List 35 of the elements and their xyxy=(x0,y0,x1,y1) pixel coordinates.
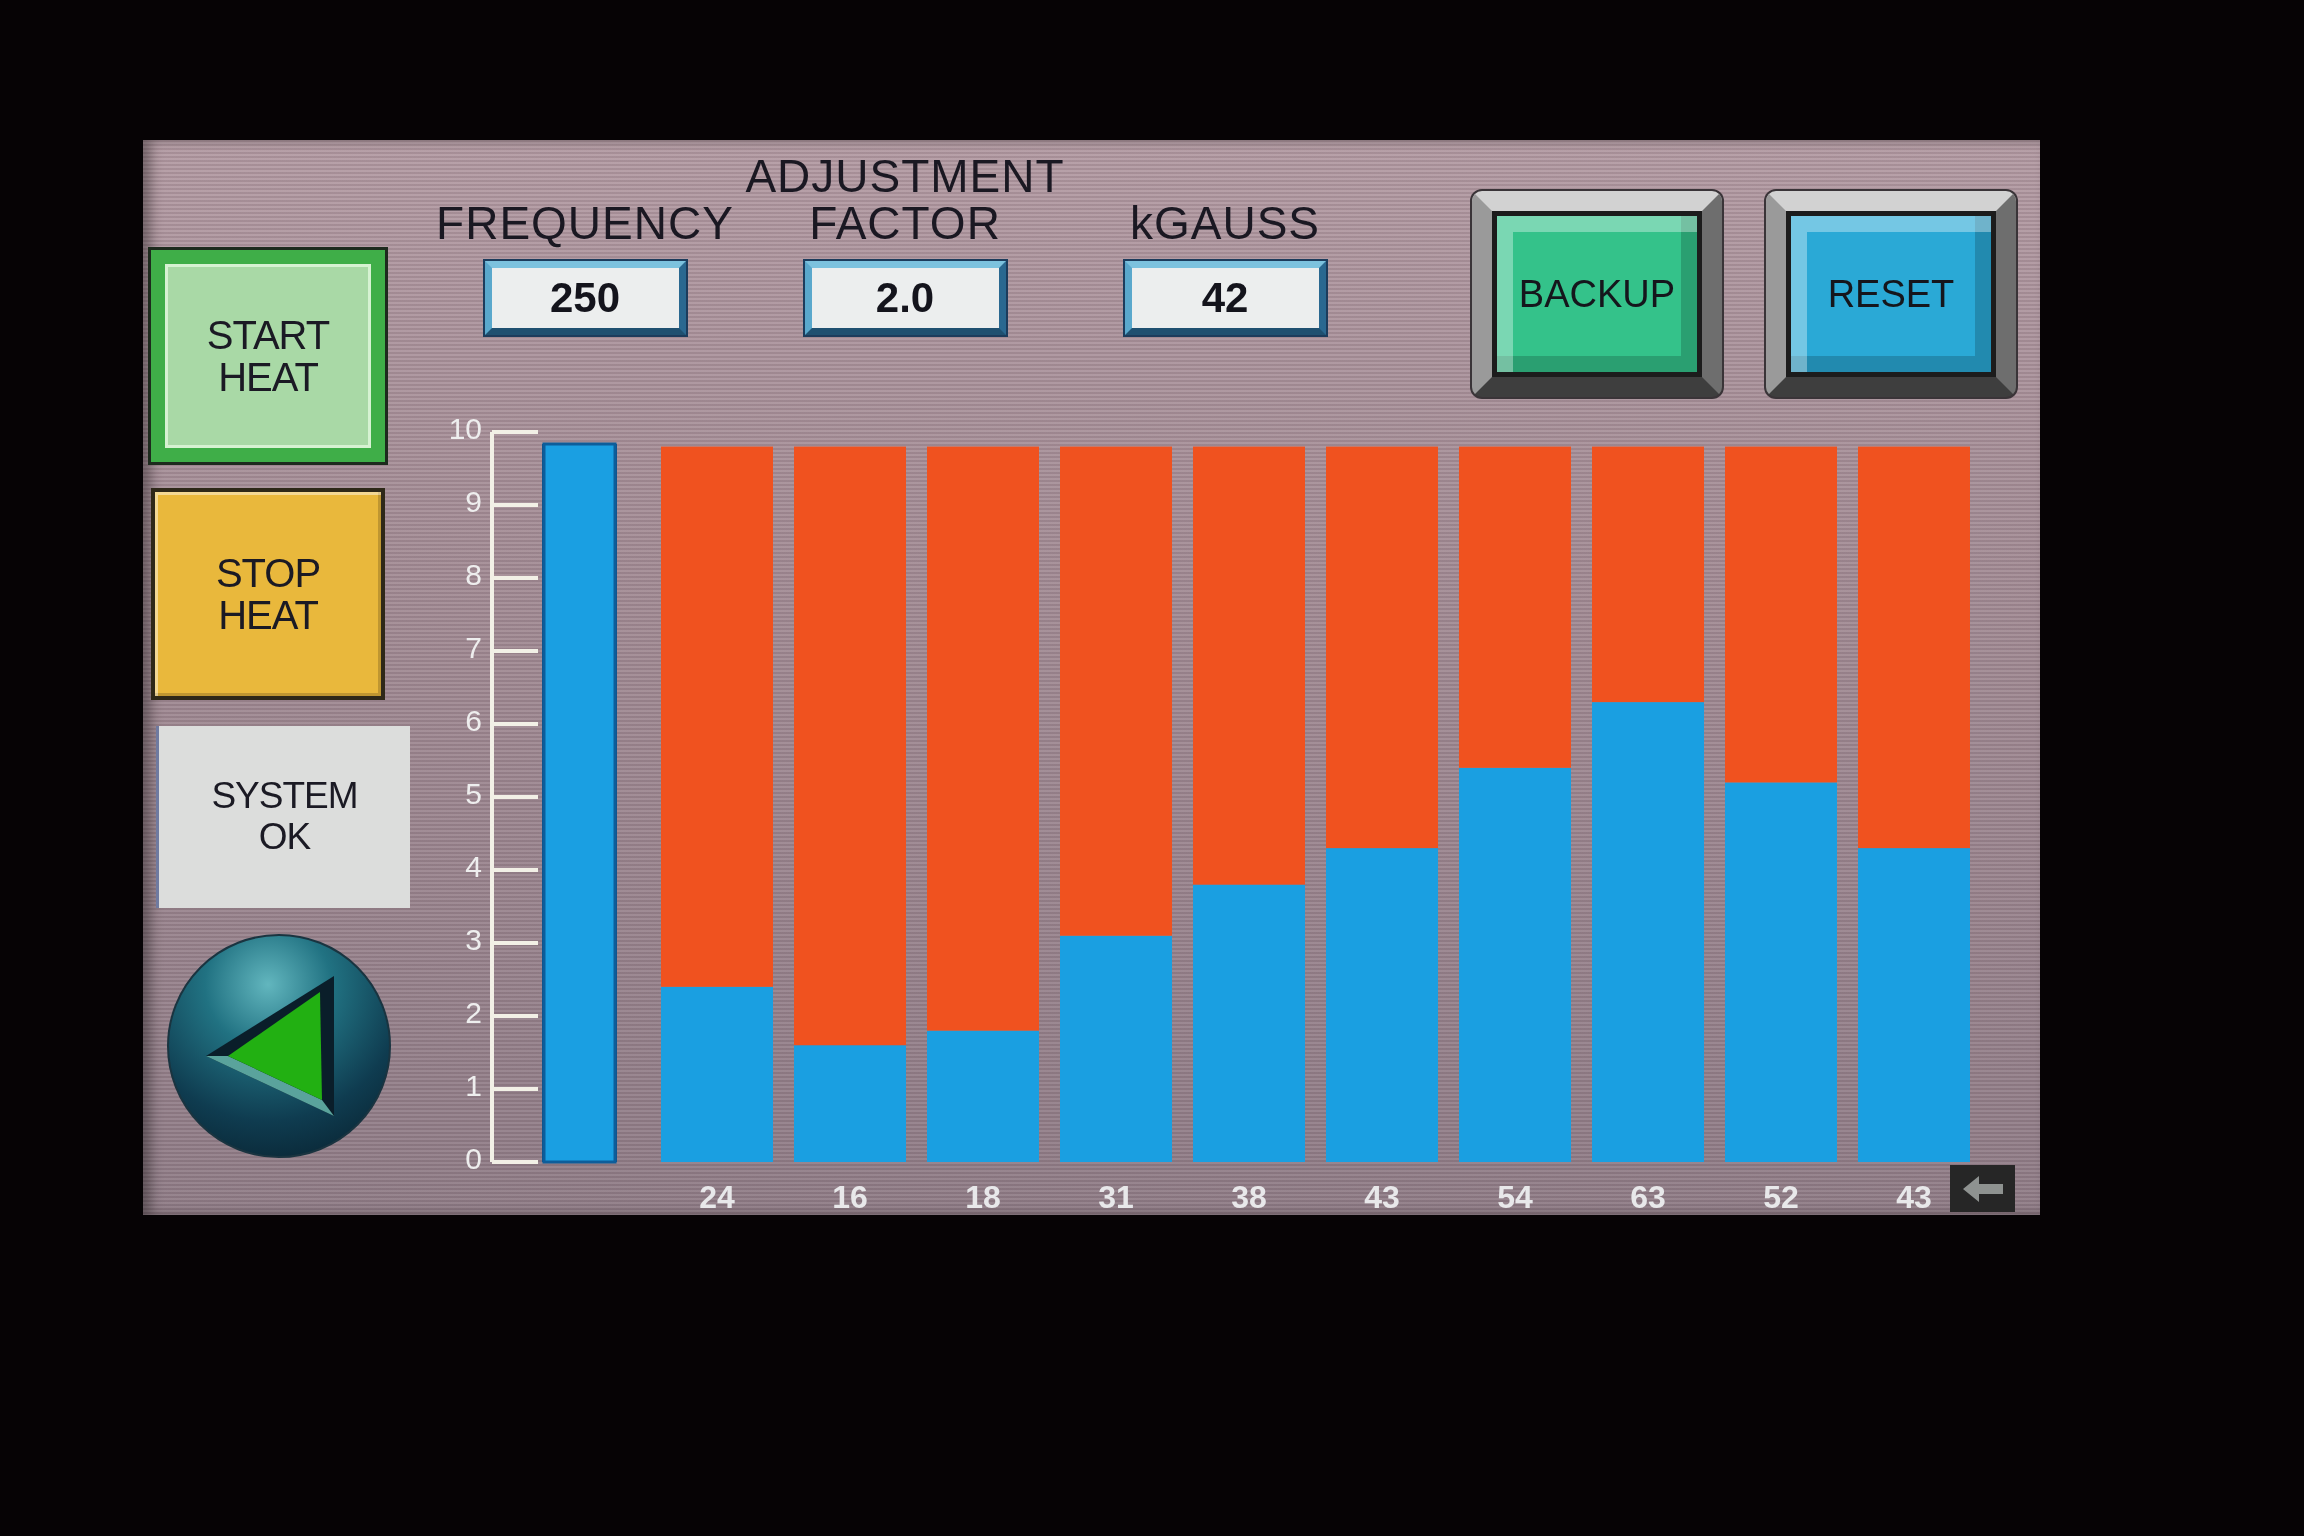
axis-tick-label: 10 xyxy=(448,412,482,445)
status-indicator: SYSTEM OK xyxy=(156,726,410,908)
axis-tick-label: 5 xyxy=(465,777,482,810)
field-label: kGAUSS xyxy=(1128,200,1321,247)
axis-tick-label: 6 xyxy=(465,704,482,737)
category-label: 52 xyxy=(1763,1179,1799,1215)
numeric-field[interactable]: 42 xyxy=(1124,261,1326,335)
field-label: ADJUSTMENT FACTOR xyxy=(745,153,1065,247)
category-label: 43 xyxy=(1896,1179,1932,1215)
left-triangle-icon xyxy=(206,976,336,1116)
category-label: 54 xyxy=(1497,1179,1533,1215)
category-label: 24 xyxy=(699,1179,735,1215)
axis-tick-label: 8 xyxy=(465,558,482,591)
category-label: 38 xyxy=(1231,1179,1267,1215)
field-label: FREQUENCY xyxy=(435,200,735,247)
numeric-field[interactable]: 250 xyxy=(484,261,686,335)
panel-button[interactable]: STOP HEAT xyxy=(151,488,385,700)
left-arrow-icon xyxy=(1962,1175,2003,1202)
panel-button[interactable]: RESET xyxy=(1766,191,2016,397)
category-label: 16 xyxy=(832,1179,868,1215)
category-label: 31 xyxy=(1098,1179,1134,1215)
axis-tick-label: 7 xyxy=(465,631,482,664)
panel-button[interactable]: BACKUP xyxy=(1472,191,1722,397)
axis-tick-label: 0 xyxy=(465,1142,482,1175)
category-label: 63 xyxy=(1630,1179,1666,1215)
axis-tick-label: 3 xyxy=(465,923,482,956)
axis-tick-label: 1 xyxy=(465,1069,482,1102)
axis-tick-label: 9 xyxy=(465,485,482,518)
axis-tick-label: 2 xyxy=(465,996,482,1029)
numeric-field[interactable]: 2.0 xyxy=(804,261,1006,335)
panel-button[interactable]: START HEAT xyxy=(151,250,385,462)
axis-tick-label: 4 xyxy=(465,850,482,883)
category-label: 18 xyxy=(965,1179,1001,1215)
category-label: 43 xyxy=(1364,1179,1400,1215)
back-arrow-button[interactable] xyxy=(1950,1165,2015,1212)
